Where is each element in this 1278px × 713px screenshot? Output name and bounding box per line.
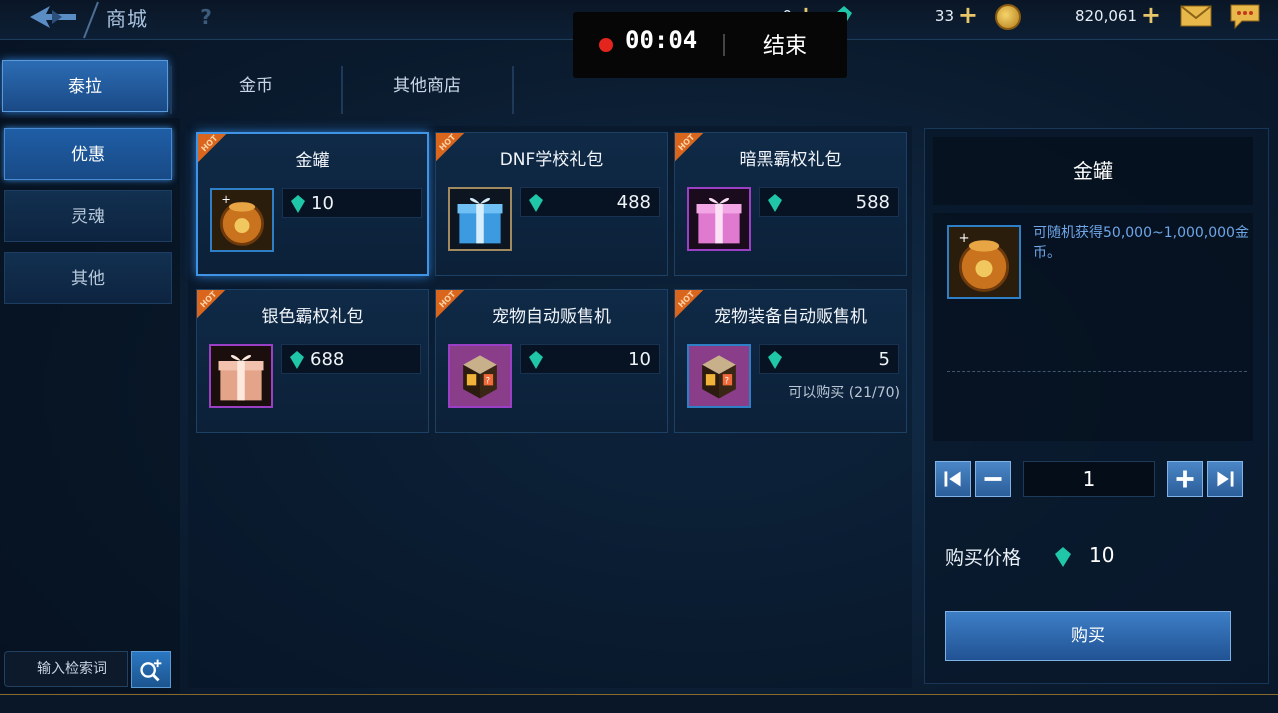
gem-icon [291, 195, 305, 213]
svg-text:+: + [958, 231, 969, 246]
gem-icon [290, 351, 304, 369]
item-name: 银色霸权礼包 [261, 307, 364, 327]
detail-description-box: + 可随机获得50,000~1,000,000金币。 [933, 213, 1253, 441]
recording-divider [723, 34, 725, 56]
currency-2: 33 + [832, 1, 982, 29]
item-price: 5 [878, 349, 890, 370]
gold-jar-icon: + [210, 188, 274, 252]
svg-text:+: + [221, 193, 230, 206]
gem-icon [768, 194, 782, 212]
quantity-increase-button[interactable] [1167, 461, 1203, 497]
quantity-decrease-button[interactable] [975, 461, 1011, 497]
purchase-price-value: 10 [1089, 543, 1115, 567]
search-button[interactable] [131, 651, 171, 688]
item-price: 10 [311, 193, 334, 214]
item-name: 宠物装备自动贩售机 [714, 307, 867, 327]
quantity-input[interactable]: 1 [1023, 461, 1155, 497]
chat-icon[interactable] [1228, 2, 1262, 30]
skip-forward-icon [1217, 471, 1234, 487]
tab-divider [512, 66, 514, 114]
purchase-limit: 可以购买 (21/70) [788, 385, 900, 401]
recording-timer: 00:04 [625, 26, 698, 54]
quantity-min-button[interactable] [935, 461, 971, 497]
tab-terra[interactable]: 泰拉 [2, 60, 168, 112]
svg-text:?: ? [725, 376, 729, 386]
gold-currency: 820,061 + [995, 1, 1165, 30]
gem-icon [768, 351, 782, 369]
title-divider-icon [83, 1, 99, 39]
price-box: 10 [282, 188, 422, 218]
item-name: 金罐 [295, 151, 330, 171]
skip-back-icon [944, 471, 961, 487]
record-dot-icon [599, 38, 613, 52]
gold-coin-icon [995, 4, 1021, 30]
plus-icon [1176, 470, 1194, 488]
price-box: 5 [759, 344, 899, 374]
page-title: 商城 [106, 7, 148, 31]
minus-icon [984, 477, 1002, 481]
item-price: 688 [310, 349, 345, 370]
item-price: 588 [855, 192, 890, 213]
divider [947, 371, 1247, 372]
tab-gold[interactable]: 金币 [172, 60, 340, 112]
item-name: 宠物自动贩售机 [492, 307, 611, 327]
orange-gift-box-icon [209, 344, 273, 408]
detail-description: 可随机获得50,000~1,000,000金币。 [1033, 225, 1249, 261]
price-box: 688 [281, 344, 421, 374]
shop-tabs: 泰拉 金币 其他商店 [0, 58, 1278, 114]
item-card-pet-vending-machine[interactable]: HOT 宠物自动贩售机 ? 10 [435, 289, 668, 433]
back-arrow-icon[interactable] [28, 4, 78, 30]
end-recording-button[interactable]: 结束 [763, 28, 807, 60]
item-card-gold-jar[interactable]: HOT 金罐 + 10 [196, 132, 429, 276]
price-box: 488 [520, 187, 660, 217]
currency-2-value: 33 [934, 7, 954, 25]
item-card-silver-hegemony-pack[interactable]: HOT 银色霸权礼包 688 [196, 289, 429, 433]
mystery-box-icon: ? [448, 344, 512, 408]
item-price: 10 [628, 349, 651, 370]
item-name: DNF学校礼包 [499, 150, 604, 170]
gold-jar-icon: + [947, 225, 1021, 299]
mystery-box-icon: ? [687, 344, 751, 408]
category-soul[interactable]: 灵魂 [4, 190, 172, 242]
quantity-max-button[interactable] [1207, 461, 1243, 497]
item-price: 488 [616, 192, 651, 213]
gem-icon [1055, 547, 1071, 567]
price-box: 10 [520, 344, 660, 374]
purchase-price-label: 购买价格 [945, 547, 1022, 569]
gold-value: 820,061 [1074, 7, 1137, 25]
add-currency-2-button[interactable]: + [958, 1, 978, 29]
item-name: 暗黑霸权礼包 [739, 150, 842, 170]
buy-button[interactable]: 购买 [945, 611, 1231, 661]
category-other[interactable]: 其他 [4, 252, 172, 304]
blue-gift-box-icon [448, 187, 512, 251]
mail-icon[interactable] [1180, 4, 1212, 28]
gem-icon [529, 194, 543, 212]
detail-title: 金罐 [933, 137, 1253, 205]
price-box: 588 [759, 187, 899, 217]
tab-other-shops[interactable]: 其他商店 [343, 60, 511, 112]
search-input[interactable]: 输入检索词 [4, 651, 128, 687]
category-discount[interactable]: 优惠 [4, 128, 172, 180]
item-card-pet-equipment-vending-machine[interactable]: HOT 宠物装备自动贩售机 ? 5 可以购买 (21/70) [674, 289, 907, 433]
item-card-dnf-school-pack[interactable]: HOT DNF学校礼包 488 [435, 132, 668, 276]
item-card-dark-hegemony-pack[interactable]: HOT 暗黑霸权礼包 588 [674, 132, 907, 276]
pink-gift-box-icon [687, 187, 751, 251]
add-gold-button[interactable]: + [1141, 1, 1161, 29]
help-icon[interactable]: ? [194, 5, 218, 29]
item-detail-panel: 金罐 + 可随机获得50,000~1,000,000金币。 1 购买价格 10 … [924, 128, 1269, 684]
gem-icon [529, 351, 543, 369]
bottom-bar [0, 694, 1278, 713]
svg-text:?: ? [486, 376, 490, 386]
